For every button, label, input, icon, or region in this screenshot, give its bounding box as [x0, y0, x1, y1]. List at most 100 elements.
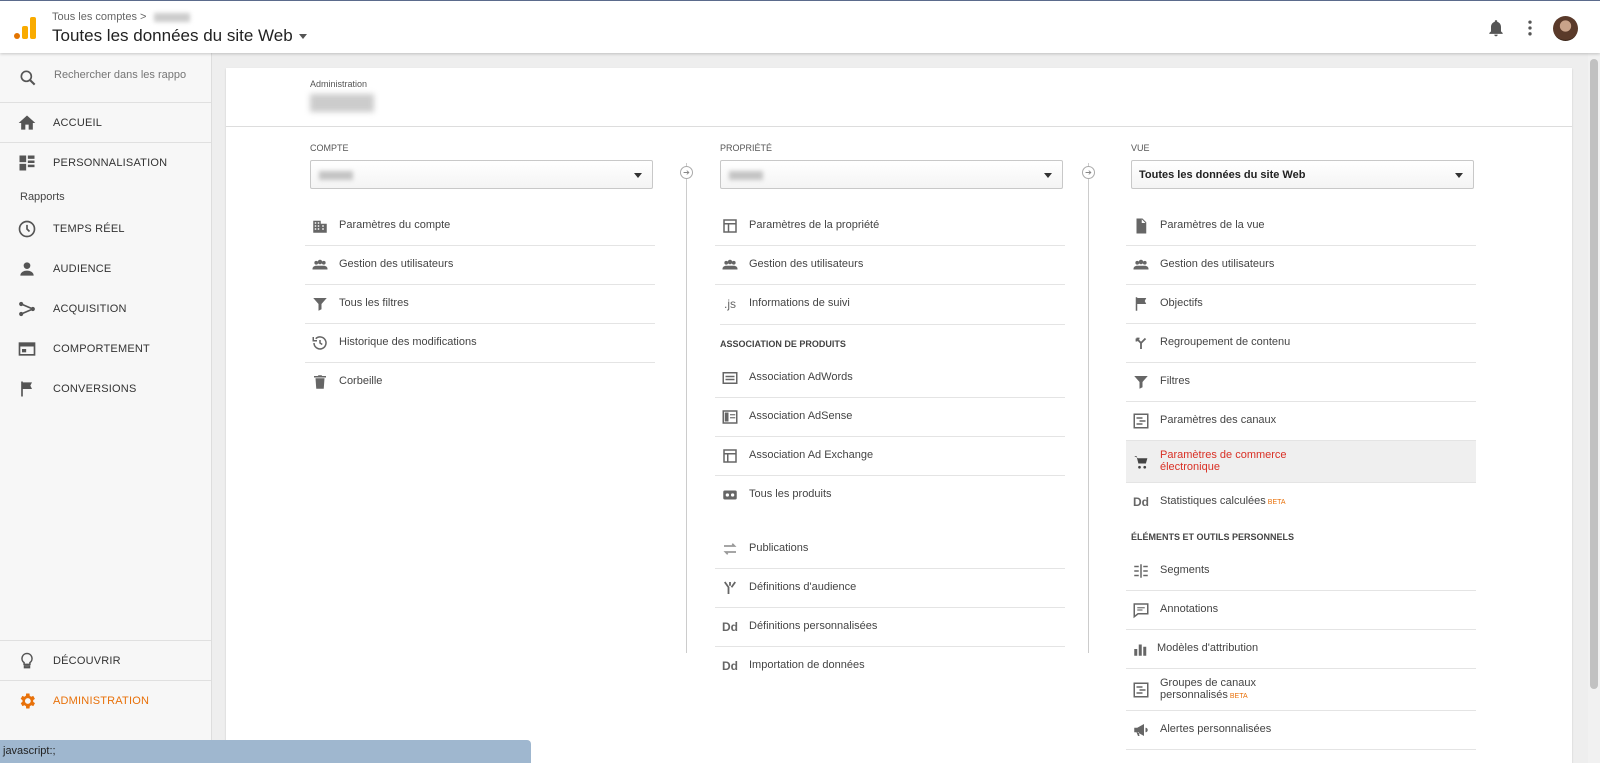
segments-link[interactable]: Segments — [1126, 552, 1476, 591]
sidebar-item-temps-reel[interactable]: TEMPS RÉEL — [0, 209, 211, 249]
view-select[interactable]: Toutes les données du site Web — [1131, 160, 1474, 189]
more-vertical-icon[interactable] — [1520, 18, 1540, 38]
account-select-redacted — [319, 171, 353, 180]
account-select[interactable] — [310, 160, 653, 189]
sidebar-item-decouvrir[interactable]: DÉCOUVRIR — [0, 640, 211, 680]
cart-icon — [1134, 456, 1148, 469]
sidebar-item-label: DÉCOUVRIR — [53, 654, 121, 667]
dimension-icon: Dd — [722, 620, 738, 634]
attribution-models-link[interactable]: Modèles d'attribution — [1126, 630, 1476, 669]
channel-settings-label: Paramètres des canaux — [1160, 414, 1277, 426]
calculated-metrics-link[interactable]: Dd Statistiques calculées BETA — [1126, 483, 1476, 522]
audience-definitions-link[interactable]: Définitions d'audience — [715, 569, 1065, 608]
view-filters-label: Filtres — [1160, 375, 1190, 387]
goals-link[interactable]: Objectifs — [1126, 285, 1476, 324]
caret-down-icon — [1455, 173, 1463, 178]
sidebar-item-administration[interactable]: ADMINISTRATION — [0, 680, 211, 720]
account-settings-label: Paramètres du compte — [339, 219, 451, 231]
channel-settings-link[interactable]: Paramètres des canaux — [1126, 402, 1476, 441]
channel-settings-icon — [1133, 682, 1149, 698]
segments-label: Segments — [1160, 564, 1210, 576]
breadcrumb-root[interactable]: Tous les comptes — [52, 11, 137, 23]
view-settings-label: Paramètres de la vue — [1160, 219, 1265, 231]
sidebar-item-label: ADMINISTRATION — [53, 694, 150, 707]
caret-down-icon — [298, 34, 307, 40]
postbacks-link[interactable]: Publications — [715, 530, 1065, 569]
adsense-linking-label: Association AdSense — [749, 410, 853, 422]
account-user-management-link[interactable]: Gestion des utilisateurs — [305, 246, 655, 285]
property-select[interactable] — [720, 160, 1063, 189]
custom-alerts-link[interactable]: Alertes personnalisées — [1126, 711, 1476, 750]
avatar[interactable] — [1553, 16, 1578, 41]
sidebar-item-label: TEMPS RÉEL — [53, 223, 125, 235]
annotations-link[interactable]: Annotations — [1126, 591, 1476, 630]
sidebar-item-accueil[interactable]: ACCUEIL — [0, 103, 211, 143]
sidebar-item-comportement[interactable]: COMPORTEMENT — [0, 329, 211, 369]
attribution-models-label: Modèles d'attribution — [1157, 642, 1259, 654]
building-icon — [313, 220, 327, 233]
search-input[interactable] — [54, 69, 186, 81]
property-select-redacted — [729, 171, 763, 180]
property-user-management-link[interactable]: Gestion des utilisateurs — [715, 246, 1065, 285]
data-import-label: Importation de données — [749, 659, 865, 671]
view-user-management-link[interactable]: Gestion des utilisateurs — [1126, 246, 1476, 285]
sidebar-item-audience[interactable]: AUDIENCE — [0, 249, 211, 289]
adwords-linking-link[interactable]: Association AdWords — [715, 359, 1065, 398]
breadcrumb: Tous les comptes > — [52, 11, 190, 23]
bell-icon[interactable] — [1486, 18, 1506, 38]
ecommerce-settings-label: Paramètres de commerce électronique — [1160, 449, 1287, 473]
account-user-management-label: Gestion des utilisateurs — [339, 258, 454, 270]
top-bar: Tous les comptes > Toutes les données du… — [0, 0, 1600, 53]
dimension-icon: Dd — [1133, 495, 1149, 509]
analytics-logo[interactable] — [14, 17, 36, 39]
adsense-linking-link[interactable]: Association AdSense — [715, 398, 1065, 437]
view-selector[interactable]: Toutes les données du site Web — [52, 26, 307, 46]
custom-alerts-label: Alertes personnalisées — [1160, 723, 1272, 735]
sidebar-item-label: PERSONNALISATION — [53, 157, 168, 169]
annotations-label: Annotations — [1160, 603, 1219, 615]
sidebar-item-label: AUDIENCE — [53, 263, 112, 275]
data-import-link[interactable]: Dd Importation de données — [715, 647, 1065, 686]
calculated-metrics-label: Statistiques calculées — [1160, 495, 1266, 507]
tracking-info-link[interactable]: .js Informations de suivi — [715, 285, 1065, 324]
filter-icon — [313, 298, 327, 311]
ad-exchange-linking-link[interactable]: Association Ad Exchange — [715, 437, 1065, 476]
audience-fork-icon — [724, 581, 736, 594]
column-divider — [686, 163, 687, 653]
scrollbar-thumb[interactable] — [1590, 59, 1598, 689]
account-name-redacted — [310, 94, 374, 112]
dashboard-icon — [19, 155, 35, 171]
account-settings-link[interactable]: Paramètres du compte — [305, 207, 655, 246]
view-column-title: VUE — [1131, 143, 1150, 153]
all-filters-link[interactable]: Tous les filtres — [305, 285, 655, 324]
view-user-management-label: Gestion des utilisateurs — [1160, 258, 1275, 270]
trash-link[interactable]: Corbeille — [305, 363, 655, 402]
merge-icon — [1135, 337, 1147, 349]
view-filters-link[interactable]: Filtres — [1126, 363, 1476, 402]
sidebar-item-conversions[interactable]: CONVERSIONS — [0, 369, 211, 409]
sidebar-item-personnalisation[interactable]: PERSONNALISATION — [0, 143, 211, 183]
sidebar-item-acquisition[interactable]: ACQUISITION — [0, 289, 211, 329]
users-icon — [312, 259, 328, 270]
caret-down-icon — [1044, 173, 1052, 178]
property-column: PROPRIÉTÉ Paramètres de la propriété Ges… — [715, 143, 1070, 686]
postbacks-label: Publications — [749, 542, 809, 554]
adwords-linking-label: Association AdWords — [749, 371, 853, 383]
page-scrollbar[interactable] — [1588, 53, 1600, 763]
content-grouping-link[interactable]: Regroupement de contenu — [1126, 324, 1476, 363]
admin-header: Administration — [226, 68, 1572, 127]
adwords-icon — [722, 372, 738, 384]
trash-label: Corbeille — [339, 375, 383, 387]
breadcrumb-account-redacted[interactable] — [153, 12, 190, 22]
sidebar-bottom: DÉCOUVRIR ADMINISTRATION — [0, 640, 211, 720]
property-settings-link[interactable]: Paramètres de la propriété — [715, 207, 1065, 246]
reports-section-label: Rapports — [20, 191, 65, 203]
home-icon — [18, 115, 36, 130]
custom-channel-groupings-link[interactable]: Groupes de canaux personnalisés BETA — [1126, 669, 1476, 711]
change-history-link[interactable]: Historique des modifications — [305, 324, 655, 363]
property-settings-label: Paramètres de la propriété — [749, 219, 880, 231]
all-products-link[interactable]: Tous les produits — [715, 476, 1065, 515]
ecommerce-settings-link[interactable]: Paramètres de commerce électronique — [1126, 441, 1476, 483]
custom-definitions-link[interactable]: Dd Définitions personnalisées — [715, 608, 1065, 647]
view-settings-link[interactable]: Paramètres de la vue — [1126, 207, 1476, 246]
